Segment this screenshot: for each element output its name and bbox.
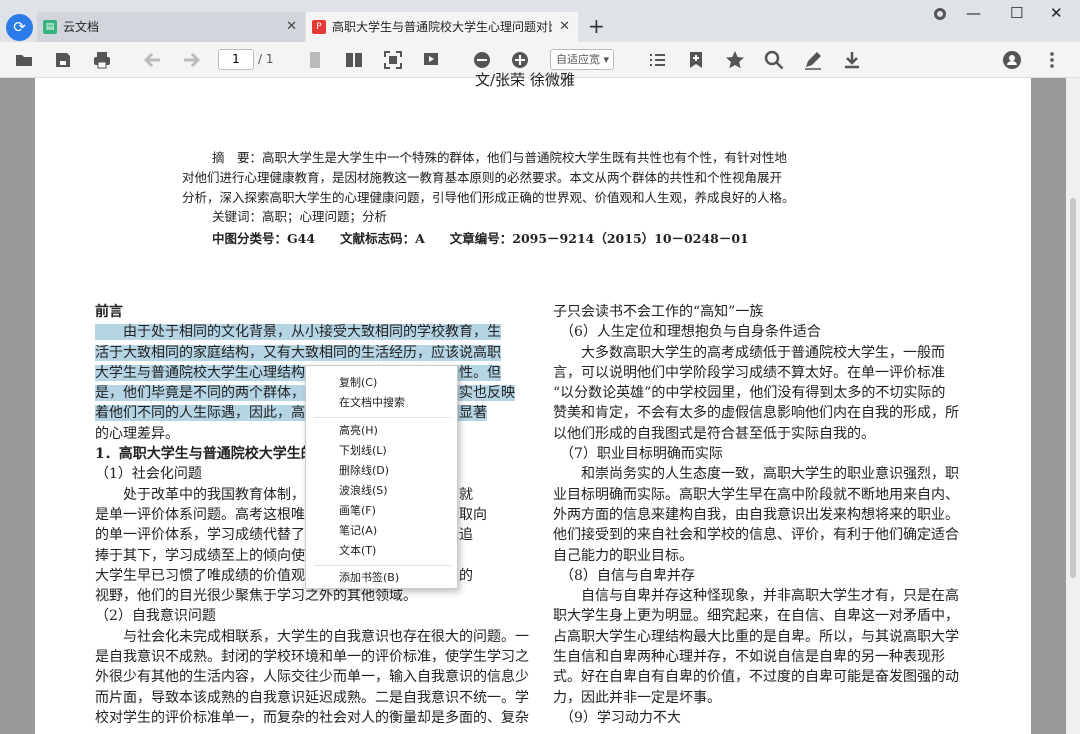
text-line: 由于处于相同的文化背景，从小接受大致相同的学校教育，生 xyxy=(95,322,525,342)
abstract: 摘 要：高职大学生是大学生中一个特殊的群体，他们与普通院校大学生既有共性也有个性… xyxy=(182,148,902,249)
maximize-button[interactable]: ☐ xyxy=(1010,4,1023,22)
text-line: 与社会化未完成相联系，大学生的自我意识也存在很大的问题。一 xyxy=(95,628,529,645)
fit-page-icon[interactable] xyxy=(383,50,403,70)
single-page-icon[interactable] xyxy=(305,50,325,70)
menu-item-text[interactable]: 文本(T) xyxy=(339,542,376,560)
text-line: （8）自信与自卑并存 xyxy=(553,567,695,584)
text-line: 占高职大学生心理结构最大比重的是自卑。所以，与其说高职大学 xyxy=(553,628,959,645)
print-icon[interactable] xyxy=(92,50,112,70)
back-arrow-icon[interactable] xyxy=(143,50,163,70)
text-line: 而片面，导致本该成熟的自我意识延迟成熟。二是自我意识不统一。学 xyxy=(95,689,529,706)
present-icon[interactable] xyxy=(421,50,441,70)
menu-separator xyxy=(314,417,451,418)
menu-item-squiggly[interactable]: 波浪线(S) xyxy=(339,482,388,500)
minimize-button[interactable]: — xyxy=(966,4,981,22)
text-line: 视野，他们的目光很少聚焦于学习之外的其他领域。 xyxy=(95,588,417,605)
highlighted-selection: 活于大致相同的家庭结构，又有大致相同的生活经历，应该说高职 xyxy=(95,344,501,361)
text-line: 式。好在自卑自有自卑的价值，不过度的自卑可能是奋发图强的动 xyxy=(553,669,959,686)
menu-item-strikethrough[interactable]: 删除线(D) xyxy=(339,462,389,480)
text-line: 他们接受到的来自社会和学校的信息、评价，有利于他们确定适合 xyxy=(553,527,959,544)
close-button[interactable]: ✕ xyxy=(1050,4,1063,22)
text-line: 外两方面的信息来建构自我，由自我意识出发来构想将来的职业。 xyxy=(553,506,959,523)
pen-icon[interactable] xyxy=(803,50,823,70)
tab-label: 云文档 xyxy=(63,20,100,34)
record-icon[interactable] xyxy=(934,8,946,20)
menu-item-note[interactable]: 笔记(A) xyxy=(339,522,377,540)
text-line: 以他们形成的自我图式是符合甚至低于实际自我的。 xyxy=(553,425,875,442)
download-icon[interactable] xyxy=(842,50,862,70)
text-line: 自信与自卑并存这种怪现象，并非高职大学生才有，只是在高 xyxy=(553,588,959,605)
open-folder-icon[interactable] xyxy=(14,50,34,70)
text-line: （9）学习动力不大 xyxy=(553,709,681,726)
pdf-icon: P xyxy=(312,20,326,34)
document-viewer[interactable]: 文/张荣 徐微雅 摘 要：高职大学生是大学生中一个特殊的群体，他们与普通院校大学… xyxy=(0,71,1080,734)
menu-item-search-in-doc[interactable]: 在文档中搜索 xyxy=(339,394,405,412)
outline-list-icon[interactable] xyxy=(647,50,667,70)
text-line: （2）自我意识问题 xyxy=(95,608,216,625)
new-tab-button[interactable]: + xyxy=(588,14,605,38)
save-icon[interactable] xyxy=(53,50,73,70)
tab-close-icon[interactable]: ✕ xyxy=(286,12,297,42)
menu-item-copy[interactable]: 复制(C) xyxy=(339,374,377,392)
text-line: 生自信和自卑两种心理并存，不如说自信是自卑的另一种表现形 xyxy=(553,649,945,666)
zoom-in-icon[interactable] xyxy=(510,50,530,70)
more-icon[interactable] xyxy=(1042,50,1062,70)
forward-arrow-icon[interactable] xyxy=(181,50,201,70)
text-line: 是自我意识不成熟。封闭的学校环境和单一的评价标准，使学生学习之 xyxy=(95,649,529,666)
classification: 中图分类号：G44 文献标志码：A 文章编号：2095－9214（2015）10… xyxy=(212,231,749,247)
text-line: 校对学生的评价标准单一，而复杂的社会对人的衡量却是多面的、复杂 xyxy=(95,709,529,726)
abstract-line: 对他们进行心理健康教育，是因材施教这一教育基本原则的必然要求。本文从两个群体的共… xyxy=(182,169,783,185)
pdf-page[interactable]: 文/张荣 徐微雅 摘 要：高职大学生是大学生中一个特殊的群体，他们与普通院校大学… xyxy=(35,71,1031,734)
account-icon[interactable] xyxy=(1002,50,1022,70)
text-line: “以分数论英雄”的中学校园里，他们没有得到太多的不切实际的 xyxy=(553,385,946,402)
tab-label: 高职大学生与普通院校大学生心理问题对比... xyxy=(332,20,552,34)
abstract-line: 摘 要：高职大学生是大学生中一个特殊的群体，他们与普通院校大学生既有共性也有个性… xyxy=(212,150,788,165)
app-logo-icon[interactable]: ⟳ xyxy=(6,14,33,41)
author-line: 文/张荣 徐微雅 xyxy=(475,71,575,89)
scrollbar-thumb[interactable] xyxy=(1070,198,1076,578)
menu-item-underline[interactable]: 下划线(L) xyxy=(339,442,387,460)
text-line: 赞美和肯定，不会有太多的虚假信息影响他们内在自我的形成，所 xyxy=(553,405,959,422)
text-line: 大多数高职大学生的高考成绩低于普通院校大学生，一般而 xyxy=(553,344,945,361)
tab-close-icon[interactable]: ✕ xyxy=(559,12,570,42)
menu-item-highlight[interactable]: 高亮(H) xyxy=(339,422,378,440)
text-line: 力，因此并非一定是坏事。 xyxy=(553,689,721,706)
right-column: 子只会读书不会工作的“高知”一族 （6）人生定位和理想抱负与自身条件适合 大多数… xyxy=(553,302,993,728)
page-number-input[interactable]: 1 xyxy=(218,49,254,70)
cloud-doc-icon: ▤ xyxy=(43,20,57,34)
text-line: 外很少有其他的生活内容，人际交往少而单一，输入自我意识的信息少 xyxy=(95,669,529,686)
text-line: 活于大致相同的家庭结构，又有大致相同的生活经历，应该说高职 xyxy=(95,343,525,363)
page-total: / 1 xyxy=(258,52,274,66)
text-line: 前言 xyxy=(95,304,123,320)
star-icon[interactable] xyxy=(725,50,745,70)
highlighted-selection: 由于处于相同的文化背景，从小接受大致相同的学校教育，生 xyxy=(95,324,501,341)
text-line: 职大学生身上更为明显。细究起来，在自信、自卑这一对矛盾中， xyxy=(553,608,959,625)
text-line: 和崇尚务实的人生态度一致，高职大学生的职业意识强烈，职 xyxy=(553,466,959,483)
search-icon[interactable] xyxy=(764,50,784,70)
text-line: 业目标明确而实际。高职大学生早在高中阶段就不断地用来自内、 xyxy=(553,486,959,503)
zoom-out-icon[interactable] xyxy=(472,50,492,70)
tab-cloud-docs[interactable]: ▤ 云文档 ✕ xyxy=(37,12,305,42)
menu-separator xyxy=(314,565,451,566)
tab-pdf-document[interactable]: P 高职大学生与普通院校大学生心理问题对比... ✕ xyxy=(306,12,578,42)
menu-item-pen[interactable]: 画笔(F) xyxy=(339,502,376,520)
add-bookmark-icon[interactable] xyxy=(686,50,706,70)
keywords: 关键词：高职；心理问题；分析 xyxy=(212,209,388,225)
two-page-icon[interactable] xyxy=(344,50,364,70)
text-line: 子只会读书不会工作的“高知”一族 xyxy=(553,304,764,320)
text-line: （7）职业目标明确而实际 xyxy=(553,446,723,463)
abstract-line: 分析，深入探索高职大学生的心理健康问题，引导他们形成正确的世界观、价值观和人生观… xyxy=(182,189,795,205)
title-bar: ⟳ ▤ 云文档 ✕ P 高职大学生与普通院校大学生心理问题对比... ✕ + —… xyxy=(0,0,1080,42)
zoom-select[interactable]: 自适应宽 ▾ xyxy=(550,49,614,70)
text-line: 自己能力的职业目标。 xyxy=(553,547,693,564)
text-line: 言，可以说明他们中学阶段学习成绩不算太好。在单一评价标准 xyxy=(553,364,945,381)
vertical-scrollbar[interactable] xyxy=(1066,78,1080,734)
text-line: （6）人生定位和理想抱负与自身条件适合 xyxy=(553,324,821,341)
context-menu: 复制(C) 在文档中搜索 高亮(H) 下划线(L) 删除线(D) 波浪线(S) … xyxy=(305,365,458,589)
menu-item-add-bookmark[interactable]: 添加书签(B) xyxy=(339,569,399,587)
